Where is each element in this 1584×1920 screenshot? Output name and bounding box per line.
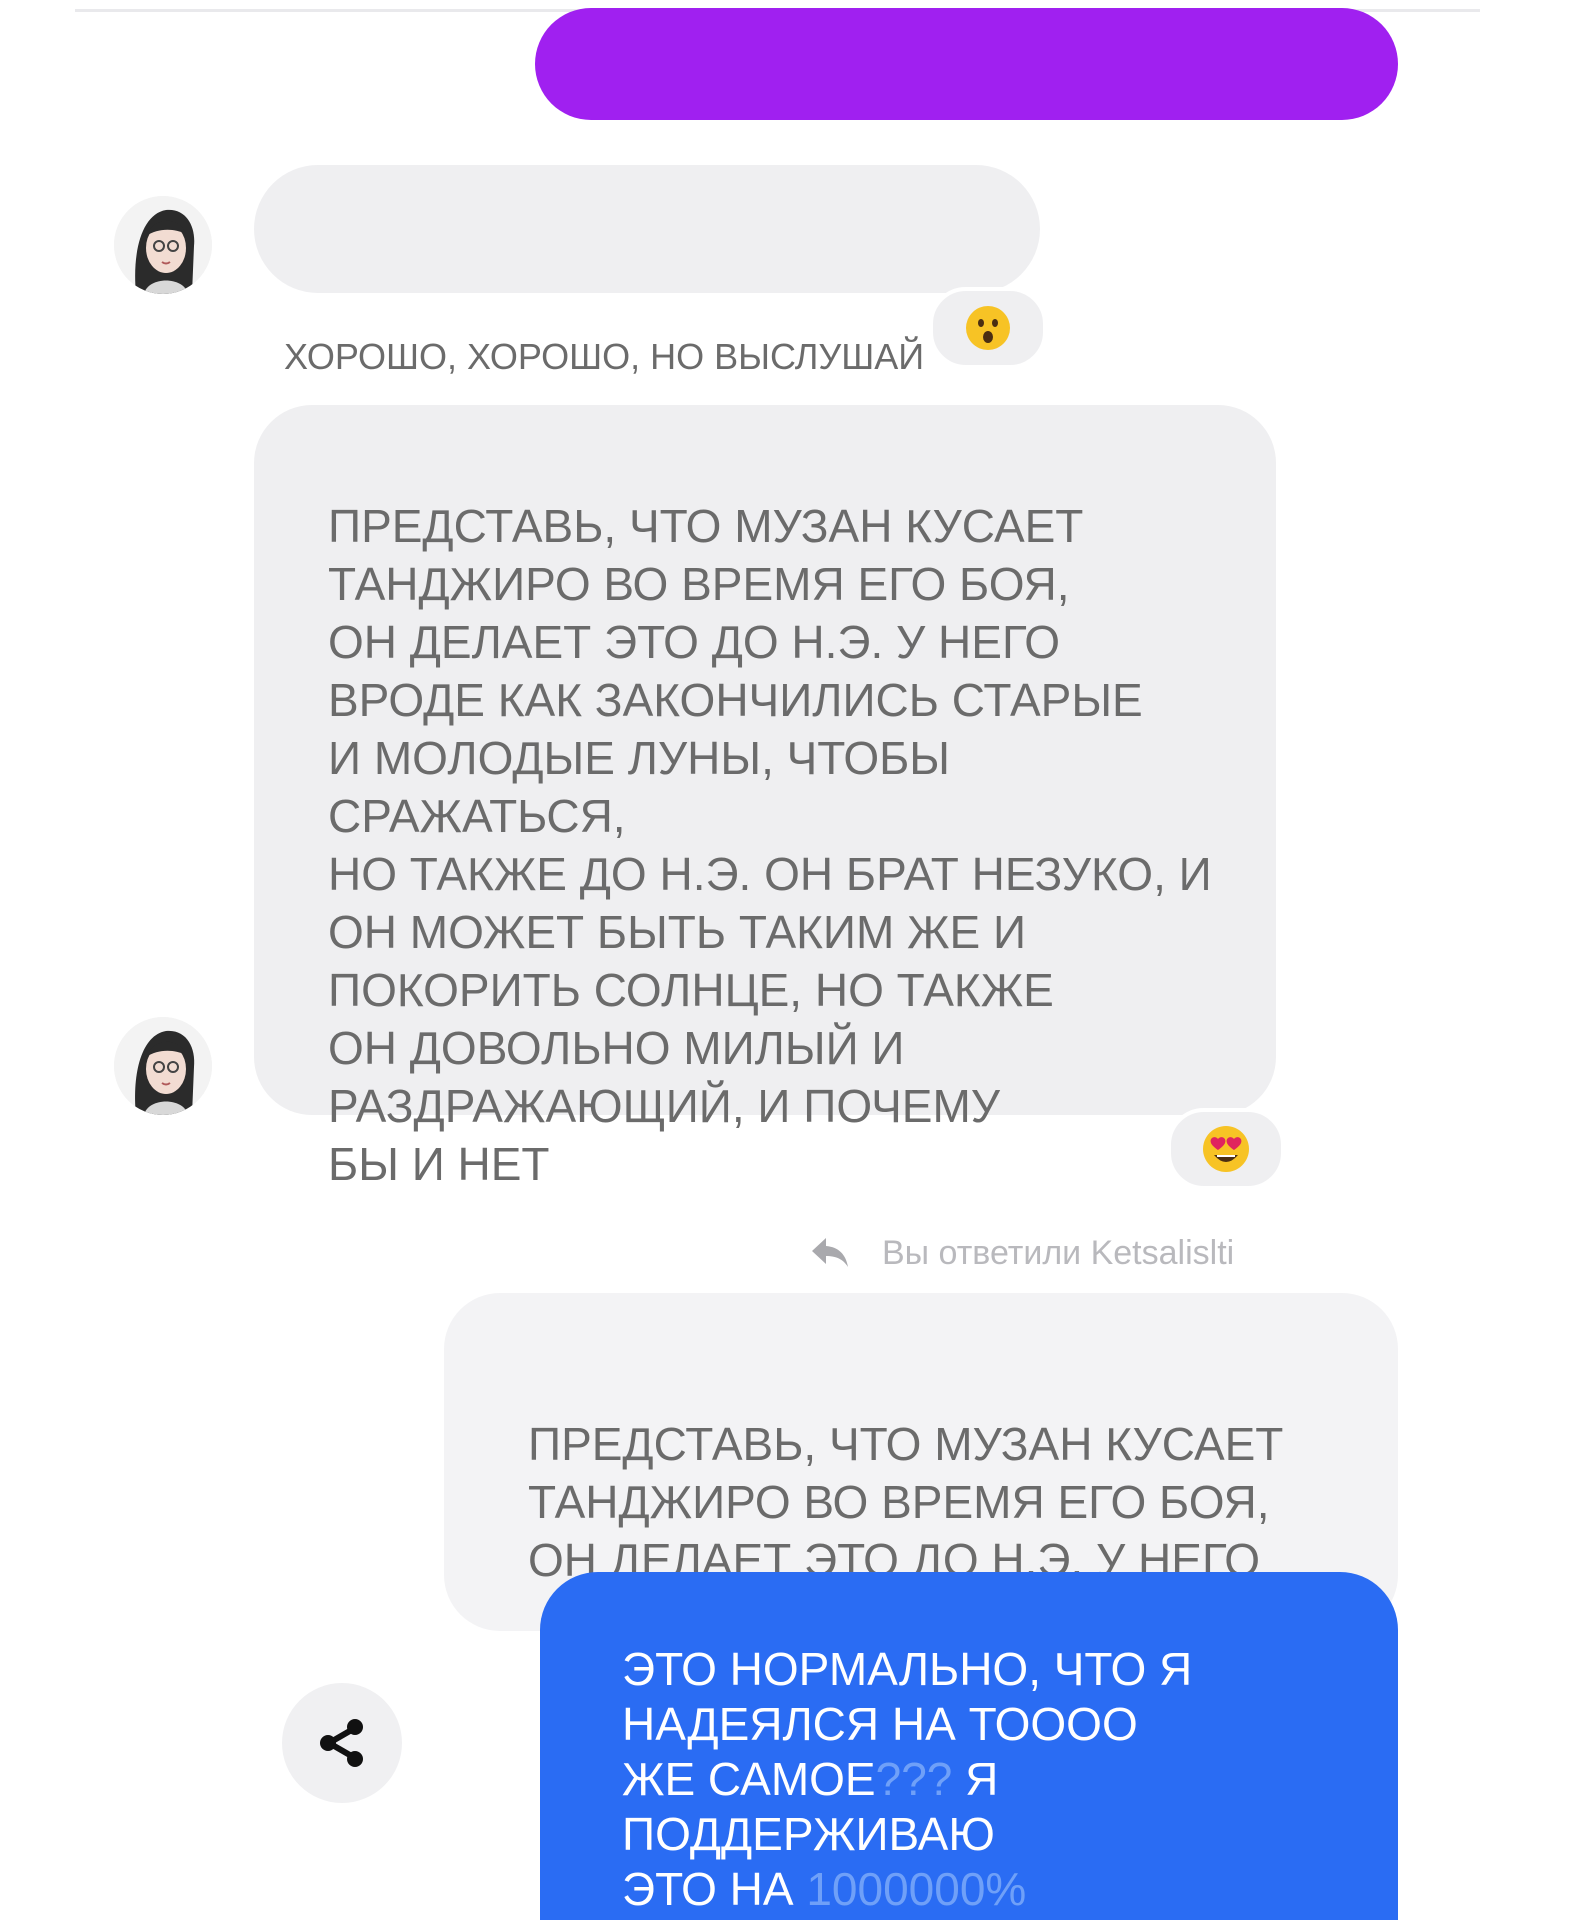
reaction-badge-surprised[interactable]: [929, 287, 1047, 369]
incoming-message-long[interactable]: ПРЕДСТАВЬ, ЧТО МУЗАН КУСАЕТ ТАНДЖИРО ВО …: [254, 405, 1276, 1190]
reply-text-part4: 1000000%: [806, 1863, 1027, 1915]
incoming-message-long-text: ПРЕДСТАВЬ, ЧТО МУЗАН КУСАЕТ ТАНДЖИРО ВО …: [328, 500, 1212, 1190]
incoming-message-short[interactable]: ХОРОШО, ХОРОШО, НО ВЫСЛУШАЙ МЕНЯ: [254, 165, 1040, 505]
outgoing-message-purple[interactable]: ПРОСТО ПОЗВОЛЬТЕ МУЗАНУ ЗАБРАТЬ ЕГО: [535, 8, 1398, 195]
reply-text-part2: ???: [875, 1753, 953, 1805]
avatar[interactable]: [114, 196, 212, 294]
heart-eyes-face-icon: [1203, 1126, 1249, 1172]
surprised-face-icon: [966, 306, 1010, 350]
outgoing-message-blue[interactable]: ЭТО НОРМАЛЬНО, ЧТО Я НАДЕЯЛСЯ НА ТОООО Ж…: [540, 1572, 1398, 1920]
reply-arrow-icon: [812, 1238, 848, 1267]
avatar[interactable]: [114, 1017, 212, 1115]
share-button[interactable]: [282, 1683, 402, 1803]
share-icon: [320, 1719, 363, 1767]
reply-note-text: Вы ответили Ketsalislti: [882, 1233, 1235, 1272]
avatar-icon: [114, 1017, 212, 1115]
reply-indicator: Вы ответили Ketsalislti: [810, 1228, 1234, 1278]
quoted-message-text: ПРЕДСТАВЬ, ЧТО МУЗАН КУСАЕТ ТАНДЖИРО ВО …: [528, 1418, 1284, 1586]
avatar-icon: [114, 196, 212, 294]
reaction-badge-heart-eyes[interactable]: [1167, 1108, 1285, 1190]
